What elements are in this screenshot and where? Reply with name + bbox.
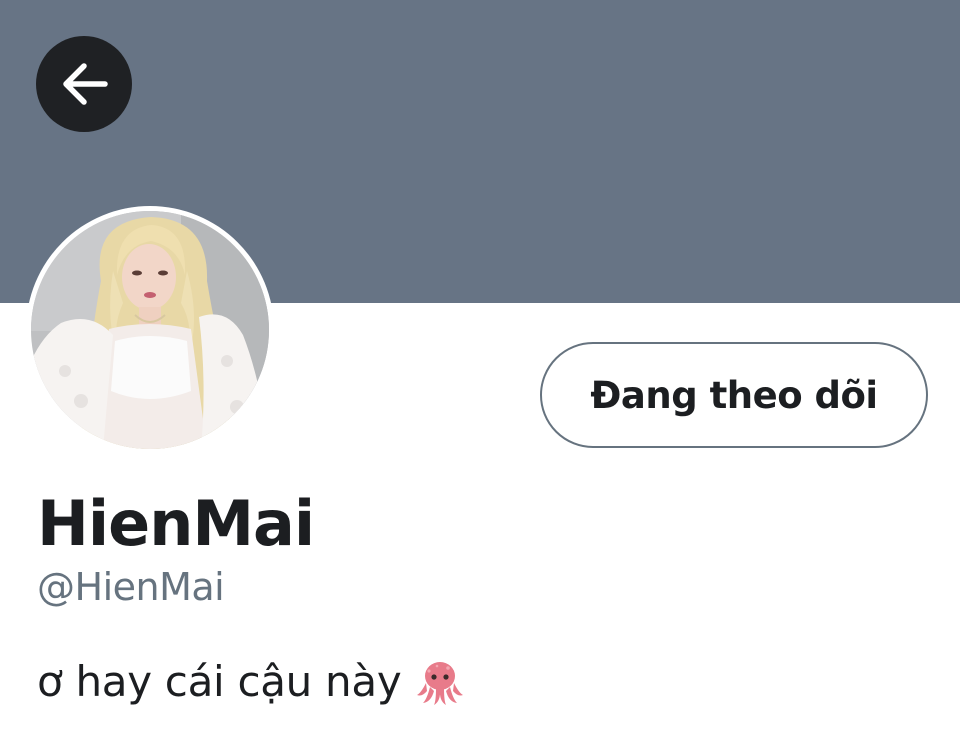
avatar[interactable] [31,211,269,449]
octopus-icon [417,662,464,705]
bio: ơ hay cái cậu này [37,654,465,710]
back-button[interactable] [36,36,132,132]
display-name: HienMai [37,487,315,560]
user-handle: @HienMai [37,565,225,609]
arrow-left-icon [63,63,108,105]
following-button-label: Đang theo dõi [590,373,878,417]
avatar-frame [26,206,274,454]
following-button[interactable]: Đang theo dõi [540,342,928,448]
profile-photo [31,211,269,449]
profile-page: Đang theo dõi HienMai @HienMai ơ hay cái… [0,0,960,743]
bio-text: ơ hay cái cậu này [37,657,402,706]
